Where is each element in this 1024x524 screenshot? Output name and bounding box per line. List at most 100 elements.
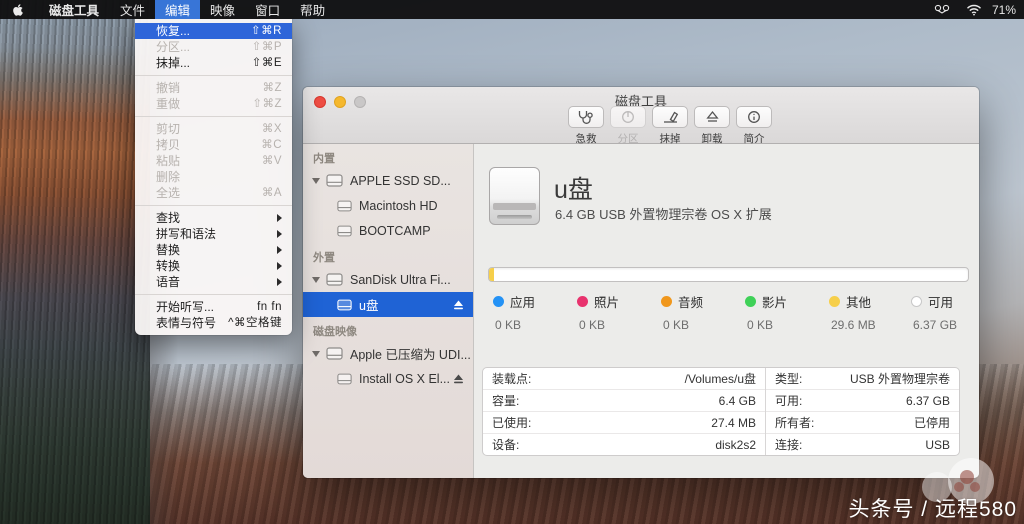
menu-item-emoji[interactable]: 表情与符号^⌘空格键 [135, 315, 292, 331]
volume-icon [337, 225, 352, 237]
legend-dot-other [829, 296, 840, 307]
info-icon [746, 110, 762, 124]
menu-item-copy: 拷贝⌘C [135, 137, 292, 153]
menubar-item-help[interactable]: 帮助 [290, 0, 335, 19]
usage-other-segment [489, 268, 494, 281]
volume-title: u盘 [554, 170, 593, 206]
erase-button[interactable]: 抹掉 [652, 106, 688, 146]
info-row-used: 已使用:27.4 MB [483, 412, 765, 434]
volume-detail-pane: u盘 6.4 GB USB 外置物理宗卷 OS X 扩展 应用 0 KB 照片 … [474, 144, 979, 478]
submenu-arrow-icon [277, 246, 282, 254]
menu-item-substitutions[interactable]: 替换 [135, 242, 292, 258]
sidebar-item-macintosh-hd[interactable]: Macintosh HD [303, 193, 473, 218]
menu-item-erase[interactable]: 抹掉...⇧⌘E [135, 55, 292, 71]
legend-dot-audio [661, 296, 672, 307]
unmount-button[interactable]: 卸载 [694, 106, 730, 146]
drone-status-icon[interactable] [926, 0, 958, 19]
sidebar-section-external: 外置 [303, 249, 473, 267]
edit-menu-dropdown: 恢复...⇧⌘R 分区...⇧⌘P 抹掉...⇧⌘E 撤销⌘Z 重做⇧⌘Z 剪切… [135, 19, 292, 335]
info-row-capacity: 容量:6.4 GB [483, 390, 765, 412]
sidebar-section-disk-images: 磁盘映像 [303, 323, 473, 341]
submenu-arrow-icon [277, 278, 282, 286]
menu-item-cut: 剪切⌘X [135, 121, 292, 137]
menubar-item-images[interactable]: 映像 [200, 0, 245, 19]
legend-movies: 影片 0 KB [745, 292, 787, 332]
window-toolbar: 急救 分区 抹掉 卸载 简介 [568, 106, 772, 146]
menu-item-undo: 撤销⌘Z [135, 80, 292, 96]
disk-image-icon [326, 347, 343, 360]
volume-icon [337, 373, 352, 385]
storage-usage-bar [488, 267, 969, 282]
info-row-type: 类型:USB 外置物理宗卷 [766, 368, 959, 390]
submenu-arrow-icon [277, 230, 282, 238]
volume-icon [337, 299, 352, 311]
battery-percent[interactable]: 71% [990, 3, 1022, 17]
legend-dot-available [911, 296, 922, 307]
menu-separator [135, 294, 292, 295]
info-row-available: 可用:6.37 GB [766, 390, 959, 412]
sidebar-item-apple-udi[interactable]: Apple 已压缩为 UDI... [303, 341, 473, 366]
first-aid-button[interactable]: 急救 [568, 106, 604, 146]
storage-legend: 应用 0 KB 照片 0 KB 音频 0 KB 影片 0 KB 其他 29. [474, 292, 979, 338]
watermark-text: 头条号 / 远程580 [848, 493, 1017, 523]
menu-item-select-all: 全选⌘A [135, 185, 292, 201]
disclosure-triangle-icon[interactable] [312, 178, 320, 184]
sidebar-item-sandisk[interactable]: SanDisk Ultra Fi... [303, 267, 473, 292]
menubar-item-edit[interactable]: 编辑 [155, 0, 200, 19]
legend-dot-apps [493, 296, 504, 307]
legend-dot-movies [745, 296, 756, 307]
menu-item-partition: 分区...⇧⌘P [135, 39, 292, 55]
disclosure-triangle-icon[interactable] [312, 351, 320, 357]
menu-item-delete: 删除 [135, 169, 292, 185]
menu-item-restore[interactable]: 恢复...⇧⌘R [135, 23, 292, 39]
sidebar-item-apple-ssd[interactable]: APPLE SSD SD... [303, 168, 473, 193]
legend-photos: 照片 0 KB [577, 292, 619, 332]
info-button[interactable]: 简介 [736, 106, 772, 146]
drive-icon [326, 273, 343, 286]
usb-drive-icon [489, 167, 540, 225]
disk-utility-window: 磁盘工具 急救 分区 抹掉 卸载 简介 [303, 87, 979, 478]
apple-menu[interactable] [0, 0, 38, 19]
submenu-arrow-icon [277, 262, 282, 270]
info-row-owner: 所有者:已停用 [766, 412, 959, 434]
sidebar-item-install-osx[interactable]: Install OS X El... [303, 366, 473, 391]
erase-icon [662, 110, 679, 124]
eject-icon [705, 110, 720, 124]
drive-icon [326, 174, 343, 187]
apple-icon [12, 3, 24, 17]
eject-icon[interactable] [453, 300, 464, 310]
window-titlebar[interactable]: 磁盘工具 急救 分区 抹掉 卸载 简介 [303, 87, 979, 144]
sidebar-item-bootcamp[interactable]: BOOTCAMP [303, 218, 473, 243]
menu-item-find[interactable]: 查找 [135, 210, 292, 226]
legend-audio: 音频 0 KB [661, 292, 703, 332]
stethoscope-icon [577, 110, 595, 124]
menu-bar: 磁盘工具 文件 编辑 映像 窗口 帮助 71% [0, 0, 1024, 19]
menubar-item-file[interactable]: 文件 [110, 0, 155, 19]
menu-item-dictation[interactable]: 开始听写...fn fn [135, 299, 292, 315]
legend-available: 可用 6.37 GB [911, 292, 957, 332]
info-row-connection: 连接:USB [766, 434, 959, 455]
device-sidebar: 内置 APPLE SSD SD... Macintosh HD BOOTCAMP… [303, 144, 474, 478]
wifi-icon[interactable] [958, 0, 990, 19]
info-row-device: 设备:disk2s2 [483, 434, 765, 455]
menu-item-redo: 重做⇧⌘Z [135, 96, 292, 112]
legend-dot-photos [577, 296, 588, 307]
sidebar-item-usb-volume[interactable]: u盘 [303, 292, 473, 317]
menu-item-transformations[interactable]: 转换 [135, 258, 292, 274]
submenu-arrow-icon [277, 214, 282, 222]
eject-icon[interactable] [453, 374, 464, 384]
partition-button: 分区 [610, 106, 646, 146]
menu-separator [135, 205, 292, 206]
legend-other: 其他 29.6 MB [829, 292, 876, 332]
sidebar-section-internal: 内置 [303, 150, 473, 168]
wallpaper-cliff [0, 0, 150, 524]
menu-item-speech[interactable]: 语音 [135, 274, 292, 290]
disclosure-triangle-icon[interactable] [312, 277, 320, 283]
menu-separator [135, 116, 292, 117]
menubar-app-name[interactable]: 磁盘工具 [38, 0, 110, 19]
menubar-item-window[interactable]: 窗口 [245, 0, 290, 19]
menu-item-spelling[interactable]: 拼写和语法 [135, 226, 292, 242]
menu-separator [135, 75, 292, 76]
volume-subtitle: 6.4 GB USB 外置物理宗卷 OS X 扩展 [555, 204, 772, 223]
volume-info-table: 装载点:/Volumes/u盘 容量:6.4 GB 已使用:27.4 MB 设备… [482, 367, 960, 456]
